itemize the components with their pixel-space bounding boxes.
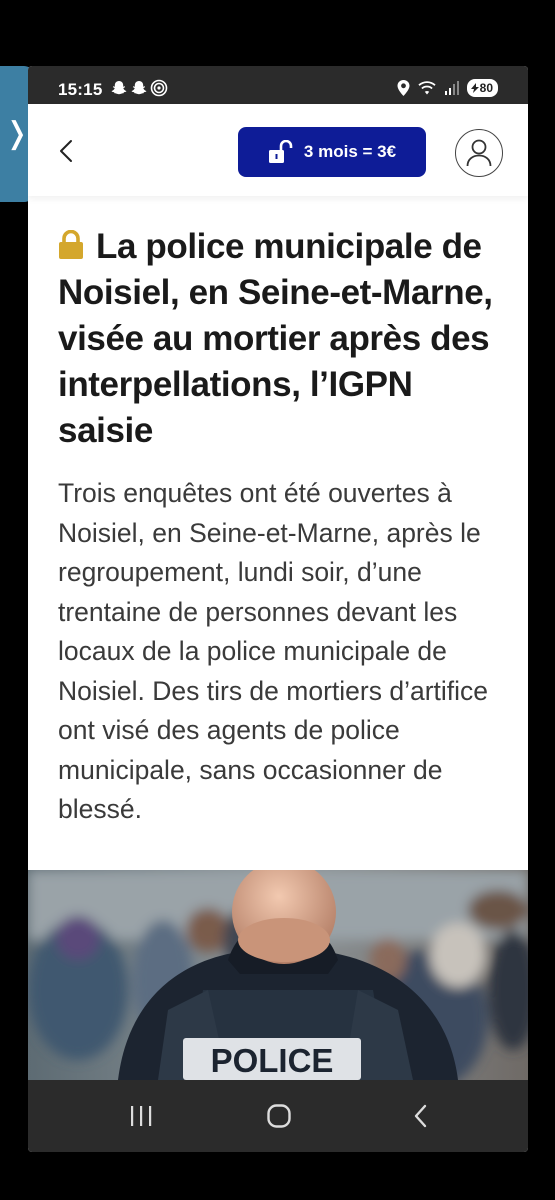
signal-icon	[444, 81, 459, 95]
phone-screen: 15:15 80 3 mois = 3€ La police municipal…	[28, 66, 528, 1152]
snapchat-icon	[131, 81, 147, 95]
article-photo[interactable]: POLICE	[28, 870, 528, 1080]
account-button[interactable]	[455, 129, 503, 177]
wifi-icon	[418, 81, 436, 95]
notification-icons	[110, 79, 168, 97]
home-icon	[267, 1104, 291, 1128]
article-lead: Trois enquêtes ont été ouvertes à Noisie…	[58, 478, 489, 824]
lock-icon	[59, 230, 83, 259]
system-navigation-bar	[28, 1080, 528, 1152]
article: La police municipale de Noisiel, en Sein…	[58, 224, 508, 830]
signal-wifi-icon	[150, 79, 168, 97]
home-button[interactable]	[264, 1100, 294, 1132]
back-icon	[414, 1104, 427, 1128]
app-bar: 3 mois = 3€	[28, 104, 528, 196]
police-badge-text: POLICE	[211, 1042, 334, 1079]
snapchat-icon	[111, 81, 127, 95]
recent-apps-button[interactable]	[126, 1100, 156, 1132]
battery-indicator: 80	[466, 79, 498, 97]
article-title-text: La police municipale de Noisiel, en Sein…	[58, 227, 493, 450]
status-right: 80	[397, 79, 498, 97]
location-icon	[397, 80, 410, 96]
user-icon	[466, 139, 492, 167]
article-title[interactable]: La police municipale de Noisiel, en Sein…	[58, 224, 508, 454]
battery-level: 80	[479, 81, 493, 95]
offer-label: 3 mois = 3€	[303, 142, 397, 161]
chevron-left-icon	[60, 140, 72, 162]
nav-back-button[interactable]	[406, 1100, 436, 1132]
police-officer-image: POLICE	[28, 870, 528, 1080]
charging-icon	[470, 83, 479, 93]
chevron-right-icon: ❭	[4, 116, 30, 151]
status-bar: 15:15 80	[28, 66, 528, 104]
status-time: 15:15	[58, 80, 103, 99]
unlock-icon	[268, 140, 293, 163]
back-button[interactable]	[52, 136, 82, 166]
recent-apps-icon	[131, 1106, 152, 1126]
subscription-offer-button[interactable]: 3 mois = 3€	[238, 127, 426, 177]
